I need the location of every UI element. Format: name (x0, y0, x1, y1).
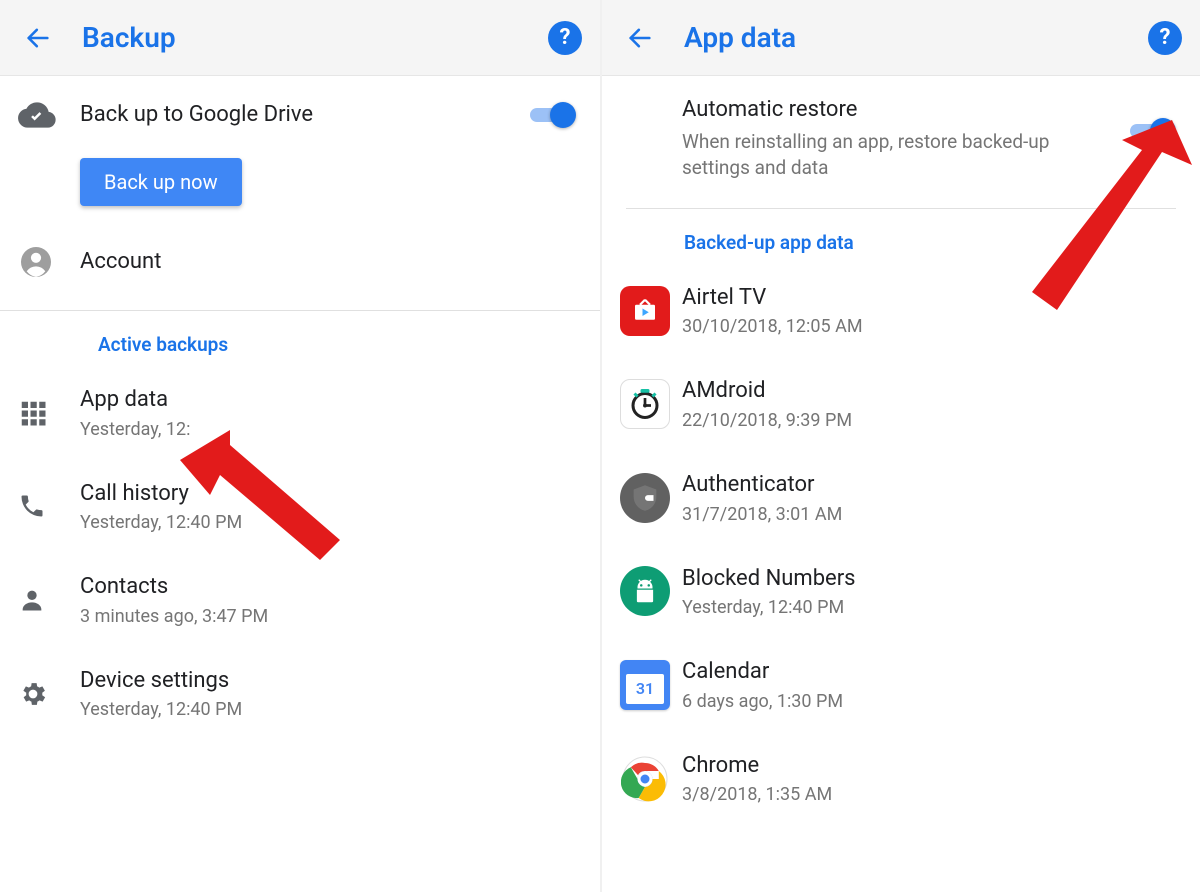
list-item-title: Calendar (682, 658, 1176, 687)
list-item-sub: Yesterday, 12:40 PM (80, 699, 576, 720)
list-item-title: Authenticator (682, 471, 1176, 500)
header-bar: App data ? (602, 0, 1200, 76)
list-item-sub: Yesterday, 12: (80, 419, 576, 440)
calendar-icon: 31 (620, 660, 670, 710)
arrow-back-icon (626, 24, 654, 52)
apps-grid-icon (18, 398, 48, 428)
account-label: Account (80, 248, 576, 277)
header-bar: Backup ? (0, 0, 600, 76)
list-item-title: Blocked Numbers (682, 565, 1176, 594)
auto-restore-toggle[interactable] (1130, 118, 1176, 144)
device-settings-row[interactable]: Device settings Yesterday, 12:40 PM (0, 647, 600, 741)
backup-now-button[interactable]: Back up now (80, 158, 242, 206)
list-item-title: Airtel TV (682, 284, 1176, 313)
auto-restore-desc: When reinstalling an app, restore backed… (682, 129, 1082, 182)
list-item-sub: Yesterday, 12:40 PM (682, 597, 1176, 618)
list-item-sub: 30/10/2018, 12:05 AM (682, 316, 1176, 337)
backup-to-drive-row[interactable]: Back up to Google Drive (0, 76, 600, 154)
list-item-sub: Yesterday, 12:40 PM (80, 512, 576, 533)
phone-icon (18, 492, 46, 520)
airtel-tv-icon (620, 286, 670, 336)
list-item-sub: 22/10/2018, 9:39 PM (682, 410, 1176, 431)
backup-screen: Backup ? Back up to Google Drive Back up… (0, 0, 600, 892)
list-item-title: App data (80, 386, 576, 415)
backup-drive-label: Back up to Google Drive (80, 101, 530, 130)
help-button[interactable]: ? (548, 21, 582, 55)
app-row-chrome[interactable]: Chrome 3/8/2018, 1:35 AM (602, 732, 1200, 826)
list-item-title: Call history (80, 480, 576, 509)
list-item-title: Device settings (80, 667, 576, 696)
amdroid-icon (620, 379, 670, 429)
app-row-airtel[interactable]: Airtel TV 30/10/2018, 12:05 AM (602, 264, 1200, 358)
list-item-sub: 31/7/2018, 3:01 AM (682, 504, 1176, 525)
app-row-blocked-numbers[interactable]: Blocked Numbers Yesterday, 12:40 PM (602, 545, 1200, 639)
gear-icon (18, 679, 48, 709)
question-icon: ? (1160, 25, 1171, 50)
backed-up-app-data-header: Backed-up app data (602, 209, 1200, 264)
contacts-row[interactable]: Contacts 3 minutes ago, 3:47 PM (0, 553, 600, 647)
list-item-title: AMdroid (682, 377, 1176, 406)
active-backups-header: Active backups (0, 311, 600, 366)
page-title: App data (684, 21, 1148, 54)
app-row-amdroid[interactable]: AMdroid 22/10/2018, 9:39 PM (602, 357, 1200, 451)
help-button[interactable]: ? (1148, 21, 1182, 55)
auto-restore-title: Automatic restore (682, 96, 1130, 125)
app-data-row[interactable]: App data Yesterday, 12: (0, 366, 600, 460)
android-icon (620, 566, 670, 616)
app-row-authenticator[interactable]: Authenticator 31/7/2018, 3:01 AM (602, 451, 1200, 545)
list-item-sub: 3 minutes ago, 3:47 PM (80, 606, 576, 627)
page-title: Backup (82, 21, 548, 54)
list-item-title: Contacts (80, 573, 576, 602)
cloud-check-icon (18, 96, 56, 134)
person-icon (18, 586, 46, 614)
automatic-restore-row[interactable]: Automatic restore When reinstalling an a… (602, 76, 1200, 202)
back-button[interactable] (18, 18, 58, 58)
back-button[interactable] (620, 18, 660, 58)
app-row-calendar[interactable]: 31 Calendar 6 days ago, 1:30 PM (602, 638, 1200, 732)
arrow-back-icon (24, 24, 52, 52)
list-item-title: Chrome (682, 752, 1176, 781)
app-data-screen: App data ? Automatic restore When reinst… (600, 0, 1200, 892)
call-history-row[interactable]: Call history Yesterday, 12:40 PM (0, 460, 600, 554)
backup-drive-toggle[interactable] (530, 102, 576, 128)
account-icon (18, 244, 54, 280)
list-item-sub: 3/8/2018, 1:35 AM (682, 784, 1176, 805)
list-item-sub: 6 days ago, 1:30 PM (682, 691, 1176, 712)
account-row[interactable]: Account (0, 224, 600, 310)
chrome-icon (620, 754, 670, 804)
question-icon: ? (560, 25, 571, 50)
authenticator-icon (620, 473, 670, 523)
